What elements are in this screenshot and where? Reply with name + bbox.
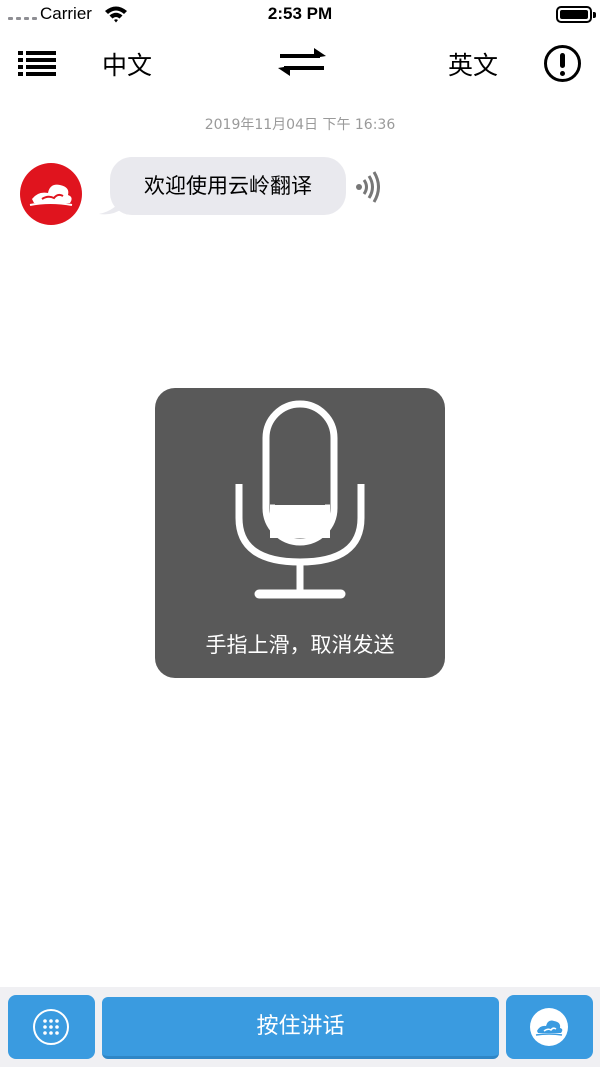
message-text: 欢迎使用云岭翻译 — [144, 174, 312, 198]
keypad-grid-icon — [33, 1009, 69, 1045]
target-language-button[interactable]: 英文 — [448, 46, 498, 82]
message-timestamp: 2019年11月04日 下午 16:36 — [204, 117, 396, 133]
app-logo-button[interactable] — [506, 995, 593, 1059]
battery-icon — [556, 6, 596, 23]
translator-screen: Carrier 2:53 PM 中文 英文 2019年11月04日 下午 16:… — [0, 0, 600, 1067]
nav-bar: 中文 英文 — [0, 38, 600, 88]
status-time: 2:53 PM — [267, 4, 333, 23]
recording-hint: 手指上滑，取消发送 — [205, 633, 395, 657]
swap-arrows-icon[interactable] — [274, 44, 330, 80]
mic-level-fill — [270, 504, 330, 538]
cloud-logo-icon — [530, 1008, 568, 1046]
cloud-logo-icon — [20, 163, 82, 225]
recording-overlay: 手指上滑，取消发送 — [155, 388, 445, 678]
speaker-wave-icon[interactable] — [356, 171, 380, 203]
list-menu-icon[interactable] — [18, 49, 56, 77]
keypad-button[interactable] — [8, 995, 95, 1059]
hold-to-talk-button[interactable]: 按住讲话 — [102, 997, 499, 1059]
exclamation-circle-icon[interactable] — [544, 45, 581, 82]
source-language-button[interactable]: 中文 — [102, 46, 152, 82]
status-bar: Carrier 2:53 PM — [0, 0, 600, 30]
microphone-icon — [235, 400, 365, 599]
